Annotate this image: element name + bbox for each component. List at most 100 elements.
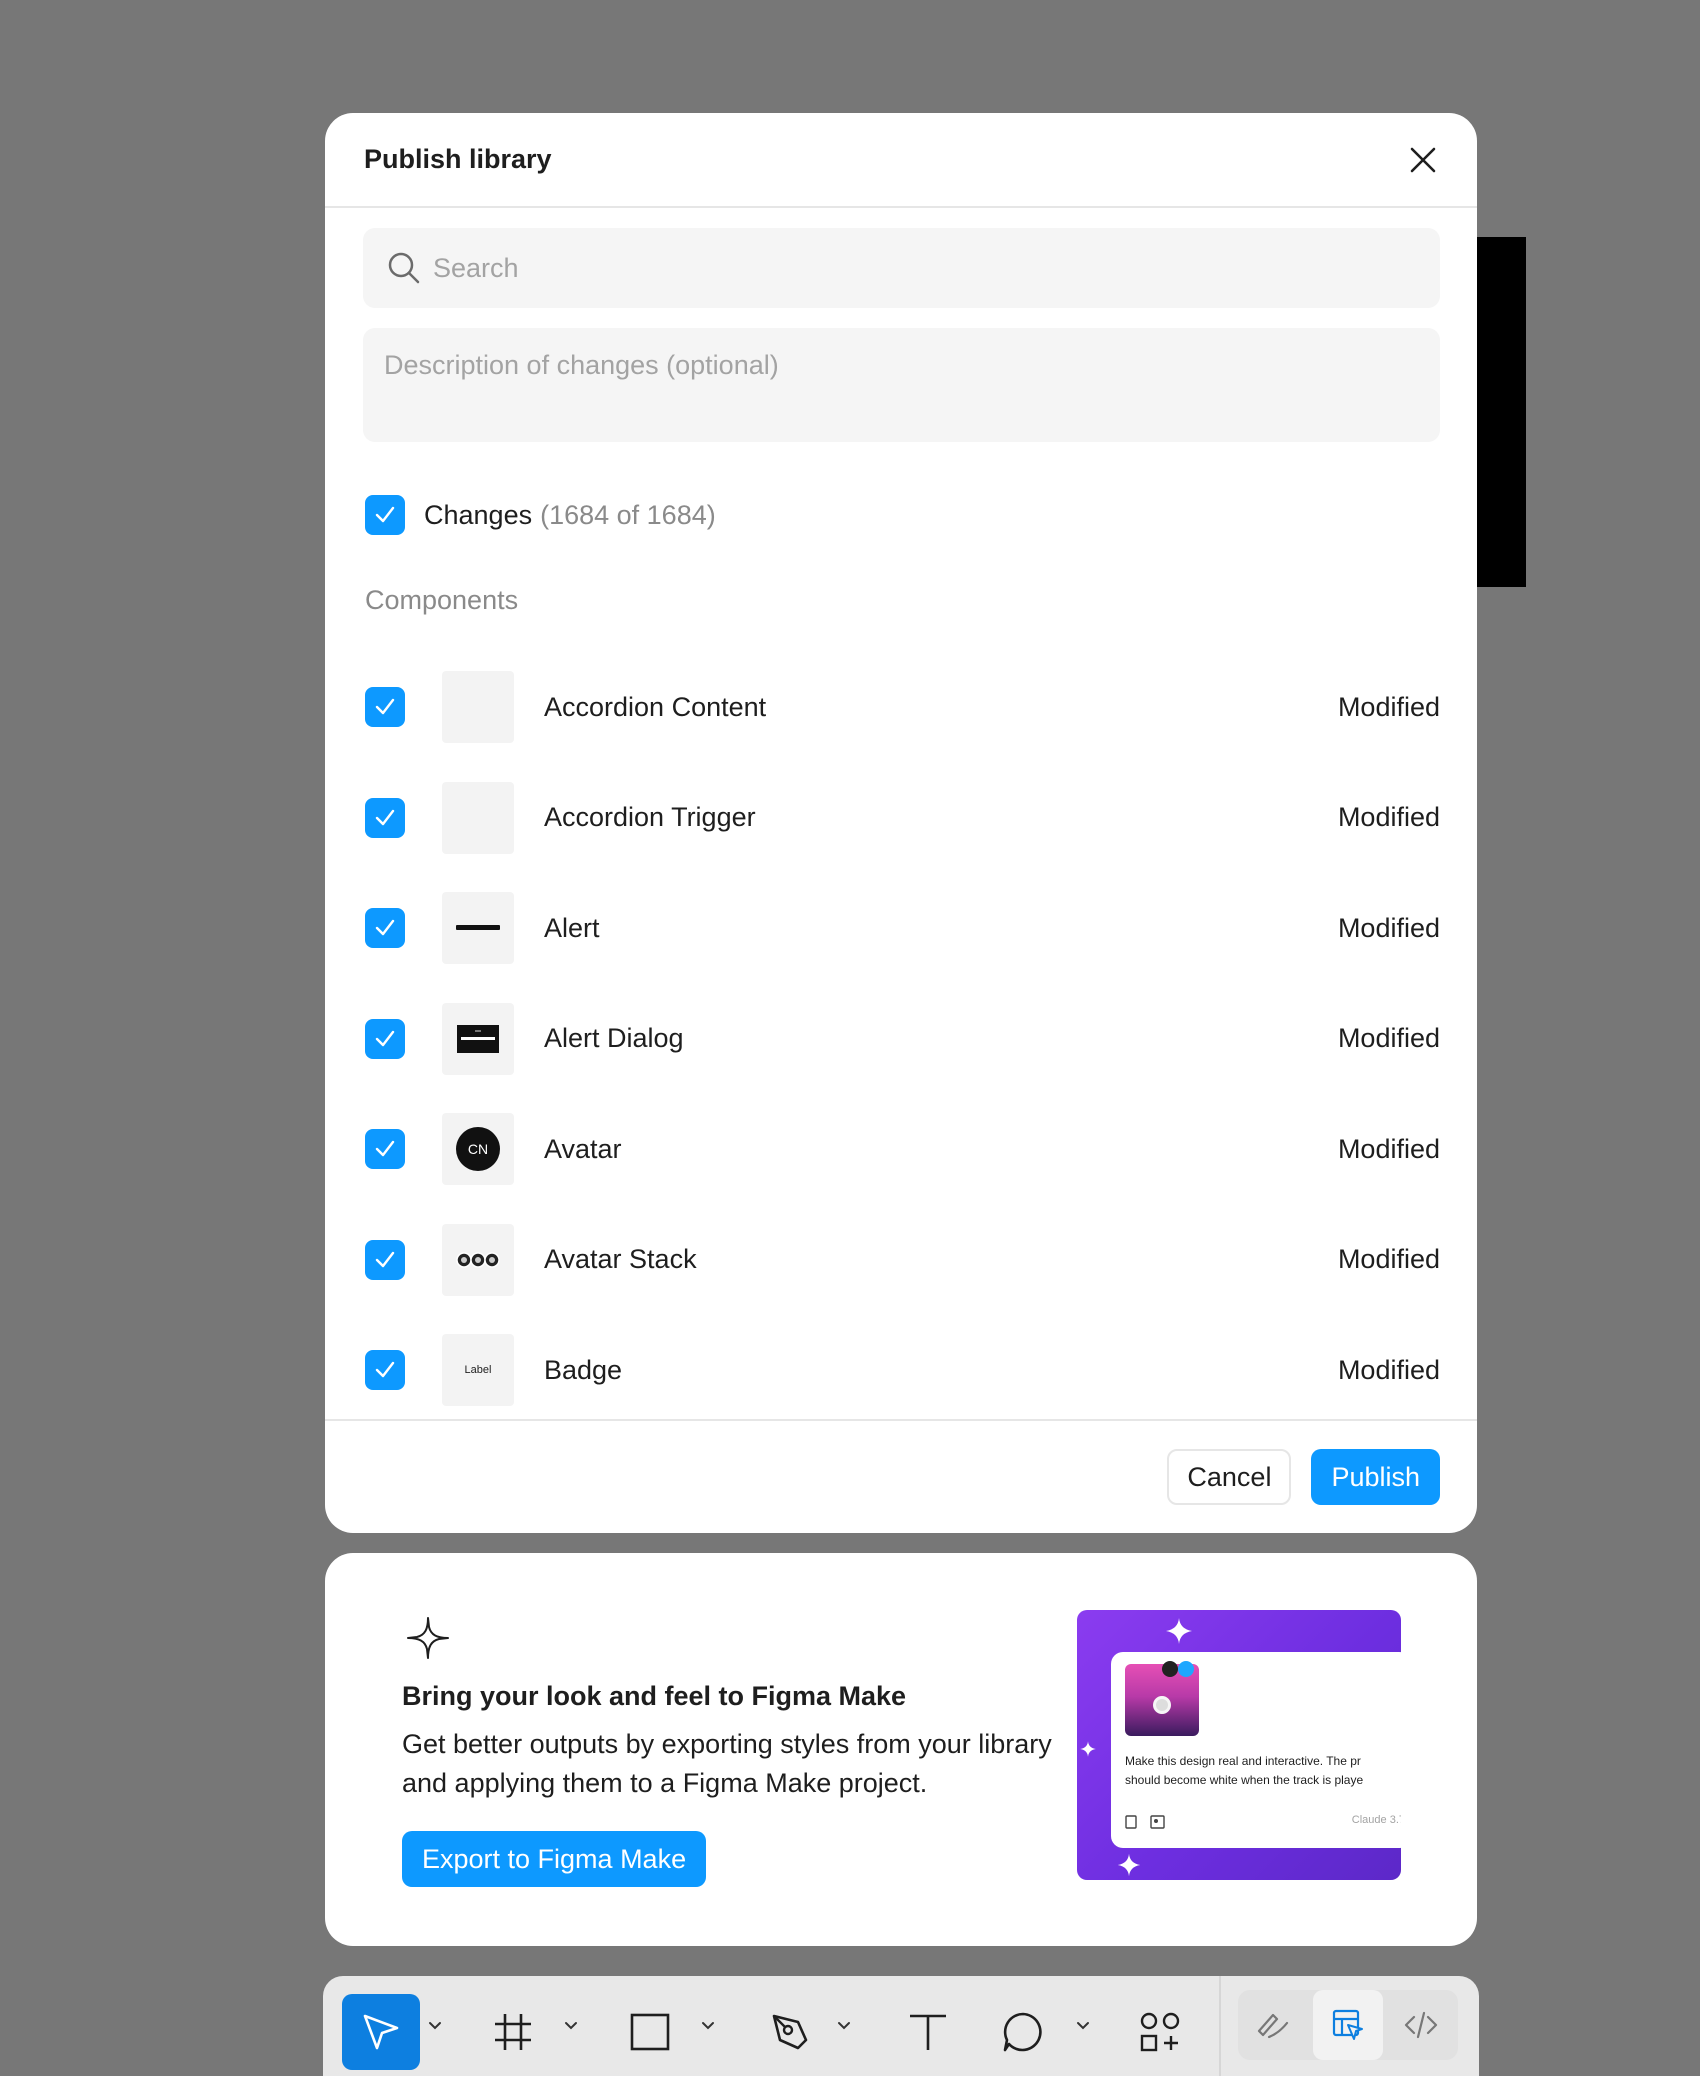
background-panel — [1470, 237, 1526, 587]
draw-mode-button[interactable] — [1238, 1990, 1308, 2060]
figma-make-preview-image: Make this design real and interactive. T… — [1077, 1610, 1401, 1880]
cancel-button[interactable]: Cancel — [1167, 1449, 1292, 1505]
dialog-header: Publish library — [325, 113, 1477, 208]
search-box[interactable] — [363, 228, 1440, 308]
component-checkbox[interactable] — [365, 797, 405, 838]
component-row[interactable]: Alert Modified — [365, 873, 1440, 984]
preview-prompt-text: Make this design real and interactive. T… — [1125, 1752, 1401, 1790]
badge-preview-label: Label — [464, 1364, 492, 1377]
changes-count: (1684 of 1684) — [540, 499, 716, 530]
dialog-footer: Cancel Publish — [325, 1419, 1477, 1533]
component-row[interactable]: Avatar Stack Modified — [365, 1205, 1440, 1316]
component-status: Modified — [1337, 802, 1440, 833]
description-box[interactable] — [363, 328, 1440, 442]
search-icon — [388, 252, 420, 284]
component-status: Modified — [1337, 691, 1440, 722]
checkmark-icon — [375, 920, 395, 936]
text-icon — [910, 2014, 946, 2050]
comment-tool[interactable] — [993, 1994, 1053, 2070]
search-input[interactable] — [433, 252, 1333, 284]
component-checkbox[interactable] — [365, 1018, 405, 1059]
cursor-badge-icon — [1162, 1661, 1194, 1677]
text-tool[interactable] — [898, 1994, 958, 2070]
component-checkbox[interactable] — [365, 1239, 405, 1280]
sparkle-icon — [1166, 1618, 1192, 1644]
preview-prompt-line: should become white when the track is pl… — [1125, 1773, 1364, 1787]
pen-tool[interactable] — [760, 1994, 820, 2070]
preview-model-label: Claude 3.7 — [1351, 1814, 1401, 1826]
preview-card: Make this design real and interactive. T… — [1111, 1652, 1401, 1848]
mode-switcher — [1238, 1990, 1458, 2060]
component-thumbnail: Label — [442, 1334, 514, 1407]
design-mode-icon — [1332, 2009, 1363, 2040]
frame-icon — [495, 2014, 531, 2050]
component-row[interactable]: Accordion Trigger Modified — [365, 763, 1440, 874]
component-thumbnail — [442, 1223, 514, 1296]
figma-make-promo: Bring your look and feel to Figma Make G… — [325, 1553, 1477, 1946]
component-row[interactable]: Alert Dialog Modified — [365, 984, 1440, 1095]
component-name: Accordion Content — [544, 691, 767, 722]
description-input[interactable] — [363, 328, 1440, 442]
frame-tool[interactable] — [483, 1994, 543, 2070]
component-thumbnail — [442, 892, 514, 965]
component-row[interactable]: CN Avatar Modified — [365, 1094, 1440, 1205]
changes-checkbox[interactable] — [365, 495, 405, 535]
publish-library-dialog: Publish library Changes (1684 of 1684) C… — [325, 113, 1477, 1533]
rectangle-tool[interactable] — [620, 1994, 680, 2070]
components-list: Accordion Content Modified Accordion Tri… — [365, 652, 1440, 1426]
draw-icon — [1257, 2013, 1289, 2039]
export-to-figma-make-button[interactable]: Export to Figma Make — [402, 1831, 707, 1887]
close-button[interactable] — [1399, 136, 1447, 184]
disc-icon — [1153, 1696, 1171, 1714]
component-status: Modified — [1337, 1354, 1440, 1385]
toolbar-divider — [1219, 1976, 1221, 2076]
checkmark-icon — [375, 506, 395, 523]
attach-icon — [1125, 1815, 1165, 1829]
component-thumbnail: CN — [442, 1113, 514, 1186]
alert-preview-icon — [456, 925, 500, 931]
component-name: Alert — [544, 912, 600, 943]
dialog-title: Publish library — [364, 144, 552, 174]
component-name: Alert Dialog — [544, 1023, 684, 1054]
checkmark-icon — [375, 699, 395, 715]
component-row[interactable]: Label Badge Modified — [365, 1315, 1440, 1426]
component-checkbox[interactable] — [365, 908, 405, 949]
design-mode-button[interactable] — [1313, 1990, 1383, 2060]
chevron-down-icon[interactable] — [563, 2020, 579, 2032]
component-thumbnail — [442, 671, 514, 744]
dev-mode-button[interactable] — [1386, 1990, 1456, 2060]
avatar-preview: CN — [456, 1127, 500, 1172]
component-status: Modified — [1337, 1023, 1440, 1054]
cursor-icon — [363, 2014, 399, 2050]
alert-dialog-preview-icon — [457, 1024, 499, 1053]
avatar-initials: CN — [467, 1141, 489, 1158]
components-tool[interactable] — [1130, 1994, 1190, 2070]
component-status: Modified — [1337, 912, 1440, 943]
component-name: Accordion Trigger — [544, 802, 756, 833]
component-name: Avatar — [544, 1133, 622, 1164]
component-row[interactable]: Accordion Content Modified — [365, 652, 1440, 763]
component-name: Avatar Stack — [544, 1244, 697, 1275]
chevron-down-icon[interactable] — [1075, 2020, 1091, 2032]
shapes-grid-icon — [1140, 2012, 1180, 2052]
sparkle-icon — [1117, 1853, 1141, 1877]
components-section-label: Components — [365, 585, 519, 615]
chevron-down-icon[interactable] — [836, 2020, 852, 2032]
component-thumbnail — [442, 1002, 514, 1075]
chevron-down-icon[interactable] — [427, 2020, 443, 2032]
move-tool[interactable] — [342, 1994, 420, 2070]
component-status: Modified — [1337, 1133, 1440, 1164]
code-icon — [1404, 2011, 1438, 2039]
component-checkbox[interactable] — [365, 687, 405, 728]
checkmark-icon — [375, 1141, 395, 1157]
chevron-down-icon[interactable] — [700, 2020, 716, 2032]
pen-icon — [772, 2014, 808, 2050]
checkmark-icon — [375, 1030, 395, 1046]
component-status: Modified — [1337, 1244, 1440, 1275]
comment-icon — [1003, 2012, 1042, 2052]
checkmark-icon — [375, 1362, 395, 1378]
checkmark-icon — [375, 1251, 395, 1267]
publish-button[interactable]: Publish — [1311, 1449, 1440, 1505]
component-checkbox[interactable] — [365, 1129, 405, 1170]
component-checkbox[interactable] — [365, 1350, 405, 1391]
